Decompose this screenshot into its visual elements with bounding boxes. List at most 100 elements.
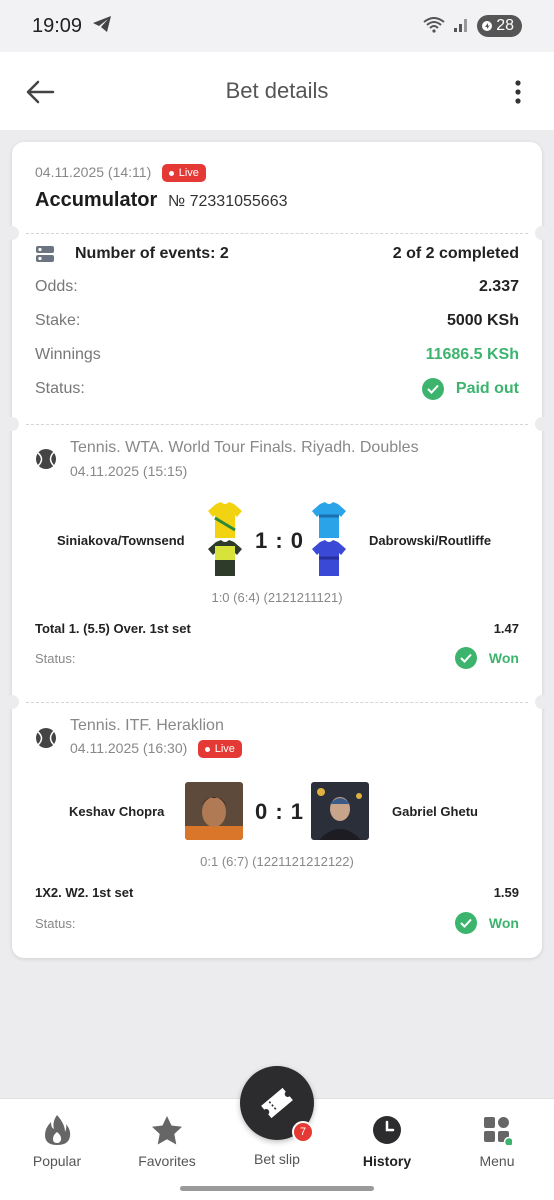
tennis-ball-icon (36, 449, 56, 469)
match-score: 1 : 0 (255, 528, 305, 553)
event-result-text: Won (488, 650, 519, 666)
bet-selection-row: Total 1. (5.5) Over. 1st set 1.47 (35, 621, 519, 636)
arrow-left-icon (26, 80, 55, 104)
live-badge: Live (161, 164, 206, 182)
event-date: 04.11.2025 (16:30) (70, 740, 188, 757)
player-photo (185, 782, 243, 840)
bet-selection: 1X2. W2. 1st set (35, 885, 134, 900)
back-button[interactable] (22, 74, 58, 110)
ticket-icon (261, 1087, 293, 1119)
events-completed: 2 of 2 completed (392, 245, 519, 262)
nav-betslip[interactable]: Bet slip (222, 1151, 332, 1167)
check-circle-icon (454, 647, 477, 669)
status-icons: 28 (423, 15, 522, 37)
divider (26, 702, 528, 703)
player-photo (311, 782, 369, 840)
divider (26, 233, 528, 234)
nav-betslip-label: Bet slip (254, 1151, 300, 1167)
clock-icon (373, 1116, 401, 1144)
event-status-row: Status: Won (35, 647, 519, 669)
ticket-notch (535, 226, 549, 240)
check-circle-icon (421, 378, 444, 400)
team-home: Siniakova/Townsend (57, 533, 185, 548)
battery-level: 28 (496, 17, 514, 34)
odds-row: Odds: 2.337 (35, 278, 519, 296)
telegram-icon (92, 15, 112, 38)
team-home: Keshav Chopra (69, 804, 165, 819)
bet-date: 04.11.2025 (14:11) (35, 164, 152, 181)
page-title: Bet details (225, 78, 329, 103)
event-result: Won (454, 647, 519, 669)
bet-selection-row: 1X2. W2. 1st set 1.59 (35, 885, 519, 900)
team-away-jersey-icon (312, 502, 346, 538)
status-row: Status: Paid out (35, 378, 519, 400)
nav-history-label: History (362, 1153, 412, 1169)
signal-icon (453, 17, 469, 36)
team-away-jersey-icon (312, 540, 346, 576)
team-away: Gabriel Ghetu (392, 804, 478, 819)
divider (26, 424, 528, 425)
event-date: 04.11.2025 (15:15) (70, 463, 188, 479)
grid-menu-icon (484, 1117, 512, 1145)
selection-odds: 1.47 (493, 621, 519, 636)
winnings-value: 11686.5 KSh (425, 346, 519, 363)
event-date-row: 04.11.2025 (16:30) Live (70, 740, 242, 758)
stake-row: Stake: 5000 KSh (35, 312, 519, 330)
odds-value: 2.337 (478, 278, 519, 295)
nav-menu[interactable]: Menu (442, 1113, 552, 1169)
status-value: Paid out (421, 378, 519, 400)
score-detail: 0:1 (6:7) (1221121212122) (200, 854, 354, 869)
team-home-jersey-icon (208, 502, 242, 538)
gesture-bar (180, 1186, 374, 1191)
odds-label: Odds: (35, 278, 78, 295)
ticket-notch (5, 417, 19, 431)
battery-saver-icon (482, 21, 493, 31)
events-list-icon (36, 246, 54, 262)
ticket-notch (535, 695, 549, 709)
event-status-row: Status: Won (35, 912, 519, 934)
battery-indicator: 28 (477, 15, 522, 37)
check-circle-icon (454, 912, 477, 934)
star-icon (152, 1116, 182, 1145)
tennis-ball-icon (36, 728, 56, 748)
stake-value: 5000 KSh (446, 312, 519, 329)
event-result-text: Won (488, 915, 519, 931)
ticket-notch (535, 417, 549, 431)
bet-selection: Total 1. (5.5) Over. 1st set (35, 621, 191, 636)
bet-date-row: 04.11.2025 (14:11) Live (35, 164, 206, 182)
nav-history[interactable]: History (332, 1113, 442, 1169)
event-result: Won (454, 912, 519, 934)
app-header: Bet details (0, 52, 554, 130)
live-badge: Live (197, 740, 242, 758)
team-away: Dabrowski/Routliffe (369, 533, 492, 548)
wifi-icon (423, 16, 445, 36)
more-vertical-icon (515, 80, 521, 104)
nav-favorites-label: Favorites (138, 1153, 196, 1169)
status-text: Paid out (455, 380, 519, 397)
event-status-label: Status: (35, 650, 76, 666)
nav-menu-label: Menu (479, 1153, 515, 1169)
events-count: Number of events: 2 (75, 245, 229, 262)
event-tournament: Tennis. WTA. World Tour Finals. Riyadh. … (70, 439, 419, 456)
events-summary-row: Number of events: 2 2 of 2 completed (35, 244, 519, 264)
match-score: 0 : 1 (255, 799, 305, 824)
bet-number: № 72331055663 (168, 193, 288, 210)
event-status-label: Status: (35, 915, 76, 931)
score-detail: 1:0 (6:4) (2121211121) (211, 590, 343, 605)
clock: 19:09 (32, 14, 83, 37)
selection-odds: 1.59 (493, 885, 519, 900)
event-tournament: Tennis. ITF. Heraklion (70, 717, 224, 734)
team-home-jersey-icon (208, 540, 242, 576)
bet-details-card: 04.11.2025 (14:11) Live Accumulator № 72… (5, 142, 549, 958)
betslip-count-badge: 7 (292, 1121, 314, 1143)
nav-popular[interactable]: Popular (2, 1113, 112, 1169)
status-bar: 19:09 28 (0, 0, 554, 52)
nav-popular-label: Popular (32, 1153, 82, 1169)
ticket-notch (5, 226, 19, 240)
flame-icon (45, 1115, 71, 1145)
more-options-button[interactable] (506, 74, 530, 110)
stake-label: Stake: (35, 312, 81, 329)
status-label: Status: (35, 380, 85, 397)
nav-favorites[interactable]: Favorites (112, 1113, 222, 1169)
winnings-label: Winnings (35, 346, 101, 363)
